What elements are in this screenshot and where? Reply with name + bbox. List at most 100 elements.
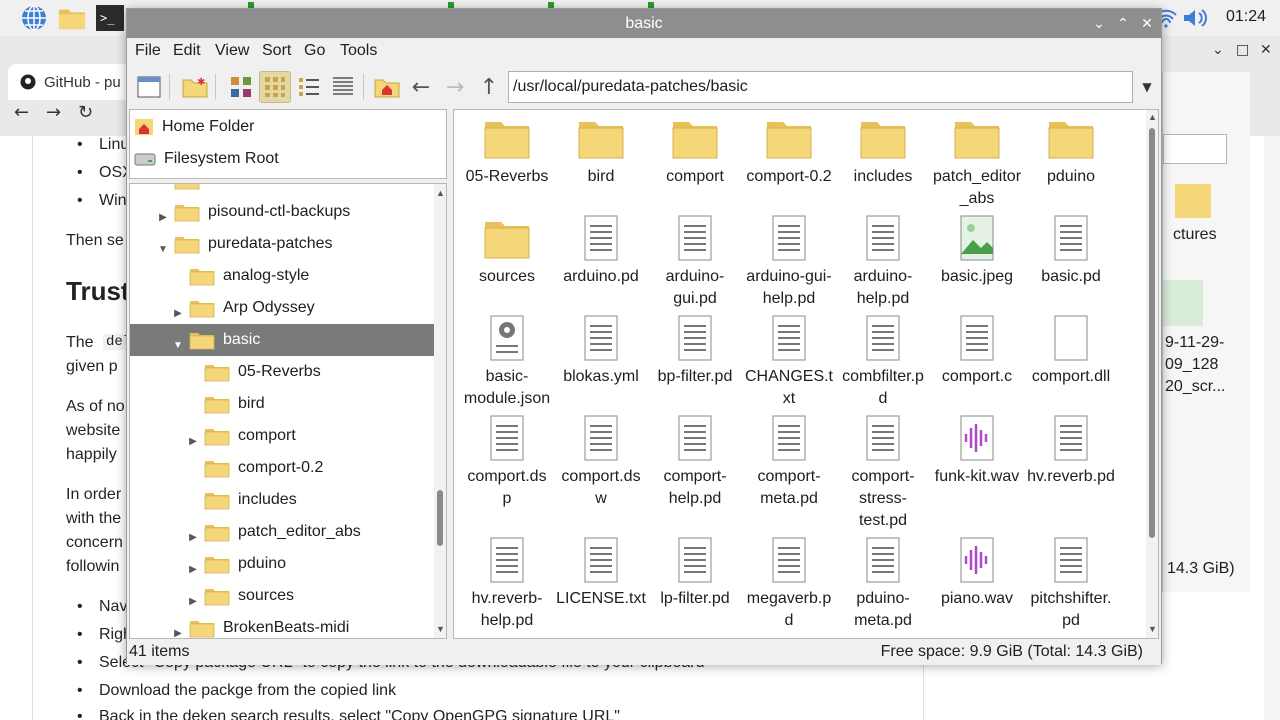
file-item[interactable]: pduino	[1024, 114, 1118, 188]
forward-arrow-icon[interactable]: →	[439, 71, 471, 103]
tree-item[interactable]: comport-0.2	[130, 452, 434, 484]
chevron-right-icon[interactable]: ▶	[186, 564, 200, 575]
tree-item[interactable]: ▶ Arp Odyssey	[130, 292, 434, 324]
menu-file[interactable]: File	[135, 42, 161, 60]
scroll-up-icon[interactable]: ▲	[436, 188, 445, 198]
file-item[interactable]: basic.jpeg	[930, 214, 1024, 288]
file-item[interactable]: pitchshifter. pd	[1024, 536, 1118, 632]
file-item[interactable]: CHANGES.t xt	[742, 314, 836, 410]
chevron-right-icon[interactable]: ▶	[186, 436, 200, 447]
file-item[interactable]: bp-filter.pd	[648, 314, 742, 388]
grid-scrollbar[interactable]: ▲ ▼	[1146, 110, 1158, 638]
chevron-down-icon[interactable]: ▼	[156, 244, 170, 255]
file-item[interactable]: includes	[836, 114, 930, 188]
minimize-icon[interactable]: ⌄	[1212, 42, 1224, 58]
file-item[interactable]: combfilter.p d	[836, 314, 930, 410]
view-thumbnails-button[interactable]	[259, 71, 291, 103]
file-item[interactable]: funk-kit.wav	[930, 414, 1024, 488]
place-filesystem-root[interactable]: Filesystem Root	[134, 144, 279, 174]
close-icon[interactable]: ✕	[1135, 9, 1159, 38]
scroll-up-icon[interactable]: ▲	[1148, 112, 1157, 122]
tree-item[interactable]: 05-Reverbs	[130, 356, 434, 388]
tree-item[interactable]: ▼ basic	[130, 324, 434, 356]
tree-item[interactable]: analog-style	[130, 260, 434, 292]
menu-go[interactable]: Go	[304, 42, 325, 60]
browser-scrollbar[interactable]	[1264, 136, 1280, 720]
scroll-down-icon[interactable]: ▼	[436, 624, 445, 634]
file-item[interactable]: arduino-gui.pd	[648, 214, 742, 310]
terminal-icon[interactable]: >_	[96, 4, 124, 32]
tree-item[interactable]: ▼ puredata-patches	[130, 228, 434, 260]
tree-item[interactable]: includes	[130, 484, 434, 516]
file-item[interactable]: megaverb.p d	[742, 536, 836, 632]
file-item[interactable]: basic.pd	[1024, 214, 1118, 288]
file-item[interactable]: comport-meta.pd	[742, 414, 836, 510]
file-item[interactable]: bird	[554, 114, 648, 188]
menu-sort[interactable]: Sort	[262, 42, 291, 60]
chevron-down-icon[interactable]: ▼	[171, 340, 185, 351]
chevron-right-icon[interactable]: ▶	[156, 212, 170, 223]
file-item[interactable]: comport-help.pd	[648, 414, 742, 510]
scroll-thumb[interactable]	[437, 490, 443, 546]
view-icons-button[interactable]	[225, 71, 257, 103]
maximize-icon[interactable]: □	[1236, 42, 1249, 58]
file-item[interactable]: 05-Reverbs	[460, 114, 554, 188]
new-window-button[interactable]	[133, 71, 165, 103]
close-icon[interactable]: ✕	[1260, 42, 1272, 58]
new-folder-button[interactable]: ✱	[179, 71, 211, 103]
file-item[interactable]: comport.c	[930, 314, 1024, 388]
file-item[interactable]: arduino.pd	[554, 214, 648, 288]
file-item[interactable]: sources	[460, 214, 554, 288]
chevron-down-icon[interactable]: ▼	[1135, 71, 1159, 103]
chevron-right-icon[interactable]: ▶	[171, 308, 185, 319]
maximize-icon[interactable]: ⌃	[1111, 9, 1135, 38]
menu-edit[interactable]: Edit	[173, 42, 201, 60]
scroll-thumb[interactable]	[1149, 128, 1155, 538]
chevron-right-icon[interactable]: ▶	[186, 532, 200, 543]
tree-item[interactable]: ▶ sources	[130, 580, 434, 612]
path-field[interactable]	[1163, 134, 1227, 164]
file-item[interactable]: pduino-meta.pd	[836, 536, 930, 632]
menu-tools[interactable]: Tools	[340, 42, 377, 60]
scroll-down-icon[interactable]: ▼	[1148, 624, 1157, 634]
file-item[interactable]: patch_editor _abs	[930, 114, 1024, 210]
volume-icon[interactable]	[1182, 4, 1210, 32]
back-arrow-icon[interactable]: ←	[14, 102, 29, 123]
menu-view[interactable]: View	[215, 42, 249, 60]
up-arrow-icon[interactable]: ↑	[473, 71, 505, 103]
file-item[interactable]: arduino-gui-help.pd	[742, 214, 836, 310]
view-list-button[interactable]	[327, 71, 359, 103]
back-arrow-icon[interactable]: ←	[405, 71, 437, 103]
tree-item[interactable]: bird	[130, 388, 434, 420]
file-item[interactable]: comport	[648, 114, 742, 188]
tree-item[interactable]: ▶ comport	[130, 420, 434, 452]
web-browser-icon[interactable]	[20, 4, 48, 32]
forward-arrow-icon[interactable]: →	[46, 102, 61, 123]
minimize-icon[interactable]: ⌄	[1087, 9, 1111, 38]
tree-item[interactable]: ▶ BrokenBeats-midi	[130, 612, 434, 638]
chevron-right-icon[interactable]: ▶	[186, 596, 200, 607]
file-item[interactable]: comport-stress-test.pd	[836, 414, 930, 532]
file-item[interactable]: blokas.yml	[554, 314, 648, 388]
file-item[interactable]: lp-filter.pd	[648, 536, 742, 610]
file-item[interactable]: comport.ds w	[554, 414, 648, 510]
tree-item[interactable]: ▶ pduino	[130, 548, 434, 580]
file-item[interactable]: basic-module.json	[460, 314, 554, 410]
file-manager-icon[interactable]	[58, 4, 86, 32]
file-item[interactable]: piano.wav	[930, 536, 1024, 610]
file-item[interactable]: hv.reverb.pd	[1024, 414, 1118, 488]
tree-item[interactable]	[130, 184, 434, 196]
file-item[interactable]: comport.ds p	[460, 414, 554, 510]
tree-item[interactable]: ▶ patch_editor_abs	[130, 516, 434, 548]
tree-item[interactable]: ▶ pisound-ctl-backups	[130, 196, 434, 228]
file-item[interactable]: LICENSE.txt	[554, 536, 648, 610]
tree-scrollbar[interactable]: ▲ ▼	[434, 184, 446, 638]
title-bar[interactable]: basic ⌄ ⌃ ✕	[127, 9, 1161, 38]
reload-icon[interactable]: ↻	[78, 102, 93, 123]
clock[interactable]: 01:24	[1226, 8, 1266, 26]
chevron-right-icon[interactable]: ▶	[171, 628, 185, 638]
place-home-folder[interactable]: Home Folder	[134, 112, 254, 142]
home-button[interactable]	[371, 71, 403, 103]
file-item[interactable]: comport-0.2	[742, 114, 836, 188]
file-item[interactable]: arduino-help.pd	[836, 214, 930, 310]
